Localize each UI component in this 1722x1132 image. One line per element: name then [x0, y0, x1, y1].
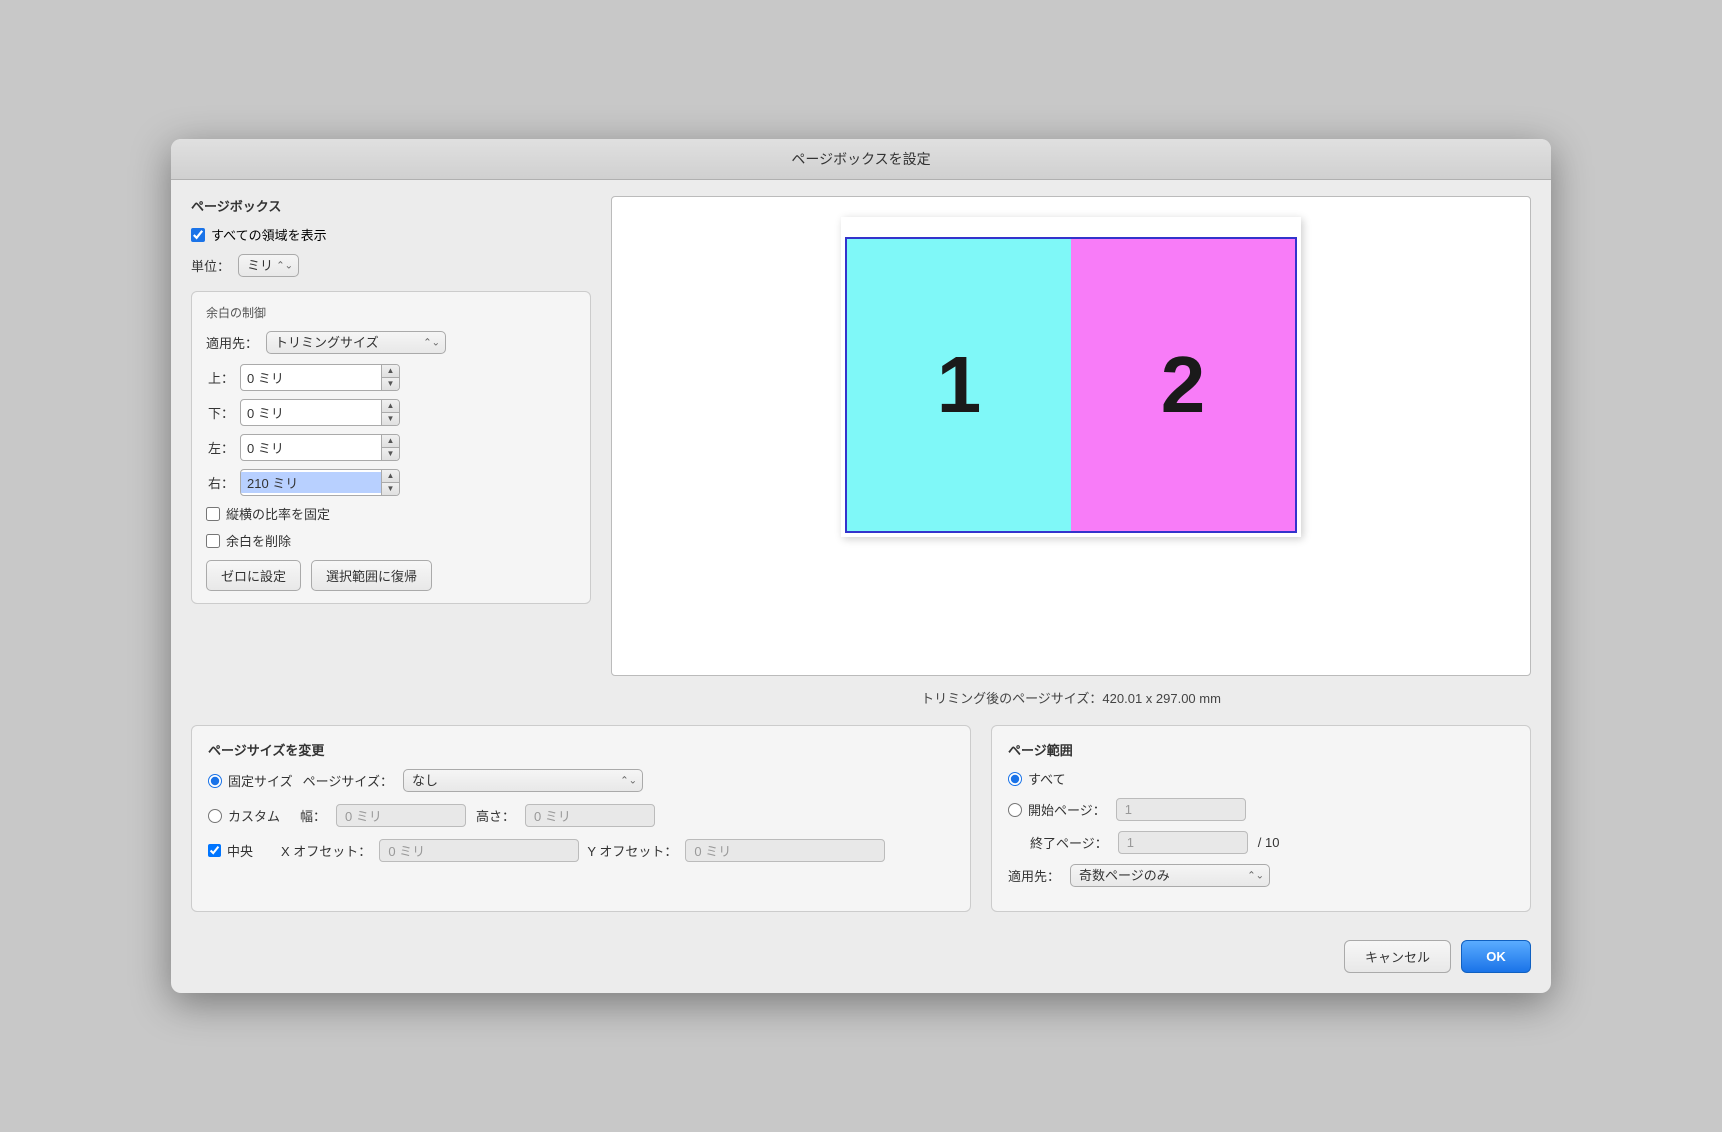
lock-ratio-checkbox[interactable] — [206, 507, 220, 521]
apply-to-select[interactable]: トリミングサイズ — [266, 331, 446, 354]
left-input[interactable] — [241, 437, 381, 458]
bottom-label: 下： — [206, 403, 234, 422]
bottom-input[interactable] — [241, 402, 381, 423]
dialog-title: ページボックスを設定 — [791, 151, 930, 167]
page-size-select[interactable]: なし — [403, 769, 643, 792]
lock-ratio-row: 縦横の比率を固定 — [206, 504, 576, 523]
apply-to-select-wrapper[interactable]: トリミングサイズ ⌃⌄ — [266, 331, 446, 354]
all-pages-radio-label[interactable]: すべて — [1008, 769, 1066, 788]
page-box-section-label: ページボックス — [191, 196, 591, 215]
reset-button[interactable]: ゼロに設定 — [206, 560, 301, 591]
fixed-size-radio[interactable] — [208, 774, 222, 788]
bottom-input-wrapper: ▲ ▼ — [240, 399, 400, 426]
top-up-btn[interactable]: ▲ — [382, 365, 399, 378]
left-stepper: ▲ ▼ — [381, 435, 399, 460]
width-label: 幅： — [300, 806, 326, 825]
y-offset-label: Y オフセット： — [587, 841, 677, 860]
fixed-size-radio-label[interactable]: 固定サイズ — [208, 771, 293, 790]
custom-radio-label[interactable]: カスタム — [208, 806, 280, 825]
right-stepper: ▲ ▼ — [381, 470, 399, 495]
restore-button[interactable]: 選択範囲に復帰 — [311, 560, 432, 591]
page-size-select-wrapper[interactable]: なし ⌃⌄ — [403, 769, 643, 792]
lock-ratio-label: 縦横の比率を固定 — [226, 504, 330, 523]
page-size-label: ページサイズ： — [303, 771, 393, 790]
apply-to2-select-wrapper[interactable]: 奇数ページのみ 偶数ページのみ すべてのページ ⌃⌄ — [1070, 864, 1270, 887]
custom-label: カスタム — [228, 806, 280, 825]
height-input[interactable] — [525, 804, 655, 827]
unit-select[interactable]: ミリ — [238, 254, 299, 277]
apply-to2-label: 適用先： — [1008, 866, 1060, 885]
x-offset-label: X オフセット： — [281, 841, 371, 860]
right-up-btn[interactable]: ▲ — [382, 470, 399, 483]
right-down-btn[interactable]: ▼ — [382, 483, 399, 495]
page-left: 1 — [847, 239, 1071, 531]
page-preview: 1 2 — [841, 217, 1301, 537]
center-checkbox[interactable] — [208, 844, 221, 857]
delete-margin-checkbox[interactable] — [206, 534, 220, 548]
start-page-radio-label[interactable]: 開始ページ： — [1008, 800, 1106, 819]
margin-control-label: 余白の制御 — [206, 304, 576, 321]
top-label: 上： — [206, 368, 234, 387]
title-bar: ページボックスを設定 — [171, 139, 1551, 180]
total-pages-label: / 10 — [1258, 835, 1280, 850]
delete-margin-row: 余白を削除 — [206, 531, 576, 550]
start-page-input[interactable] — [1116, 798, 1246, 821]
unit-label: 単位： — [191, 256, 230, 275]
top-down-btn[interactable]: ▼ — [382, 378, 399, 390]
all-pages-label: すべて — [1028, 769, 1066, 788]
right-input-wrapper: ▲ ▼ — [240, 469, 400, 496]
apply-to2-select[interactable]: 奇数ページのみ 偶数ページのみ すべてのページ — [1070, 864, 1270, 887]
right-label: 右： — [206, 473, 234, 492]
start-page-radio[interactable] — [1008, 803, 1022, 817]
bottom-down-btn[interactable]: ▼ — [382, 413, 399, 425]
custom-radio[interactable] — [208, 809, 222, 823]
page-size-section-label: ページサイズを変更 — [208, 740, 954, 759]
page1-number: 1 — [937, 339, 982, 431]
x-offset-input[interactable] — [379, 839, 579, 862]
show-all-label: すべての領域を表示 — [211, 225, 327, 244]
delete-margin-label: 余白を削除 — [226, 531, 291, 550]
height-label: 高さ： — [476, 806, 515, 825]
width-input[interactable] — [336, 804, 466, 827]
page-size-section: ページサイズを変更 固定サイズ ページサイズ： なし ⌃⌄ — [191, 725, 971, 912]
ok-button[interactable]: OK — [1461, 940, 1531, 973]
page-range-section-label: ページ範囲 — [1008, 740, 1514, 759]
left-up-btn[interactable]: ▲ — [382, 435, 399, 448]
fixed-size-label: 固定サイズ — [228, 771, 293, 790]
apply-to-label: 適用先： — [206, 333, 258, 352]
footer: キャンセル OK — [191, 930, 1531, 973]
page-range-section: ページ範囲 すべて 開始ページ： 終了ページ： — [991, 725, 1531, 912]
center-label: 中央 — [227, 841, 253, 860]
bottom-stepper: ▲ ▼ — [381, 400, 399, 425]
end-page-input[interactable] — [1118, 831, 1248, 854]
show-all-checkbox[interactable] — [191, 228, 205, 242]
left-label: 左： — [206, 438, 234, 457]
preview-caption: トリミング後のページサイズ：420.01 x 297.00 mm — [921, 688, 1221, 707]
bottom-up-btn[interactable]: ▲ — [382, 400, 399, 413]
end-page-label: 終了ページ： — [1030, 833, 1108, 852]
start-page-label: 開始ページ： — [1028, 800, 1106, 819]
margin-control-box: 余白の制御 適用先： トリミングサイズ ⌃⌄ 上： — [191, 291, 591, 604]
left-input-wrapper: ▲ ▼ — [240, 434, 400, 461]
page-inner: 1 2 — [845, 237, 1297, 533]
y-offset-input[interactable] — [685, 839, 885, 862]
top-input-wrapper: ▲ ▼ — [240, 364, 400, 391]
preview-panel: 1 2 トリミング後のページサイズ：420.01 x 297.00 mm — [611, 196, 1531, 707]
cancel-button[interactable]: キャンセル — [1344, 940, 1451, 973]
right-input[interactable] — [241, 472, 381, 493]
top-stepper: ▲ ▼ — [381, 365, 399, 390]
unit-select-wrapper[interactable]: ミリ ⌃⌄ — [238, 254, 299, 277]
preview-container: 1 2 — [611, 196, 1531, 676]
left-down-btn[interactable]: ▼ — [382, 448, 399, 460]
page-right: 2 — [1071, 239, 1295, 531]
dialog: ページボックスを設定 ページボックス すべての領域を表示 単位： ミリ ⌃⌄ — [171, 139, 1551, 993]
page2-number: 2 — [1161, 339, 1206, 431]
top-input[interactable] — [241, 367, 381, 388]
all-pages-radio[interactable] — [1008, 772, 1022, 786]
